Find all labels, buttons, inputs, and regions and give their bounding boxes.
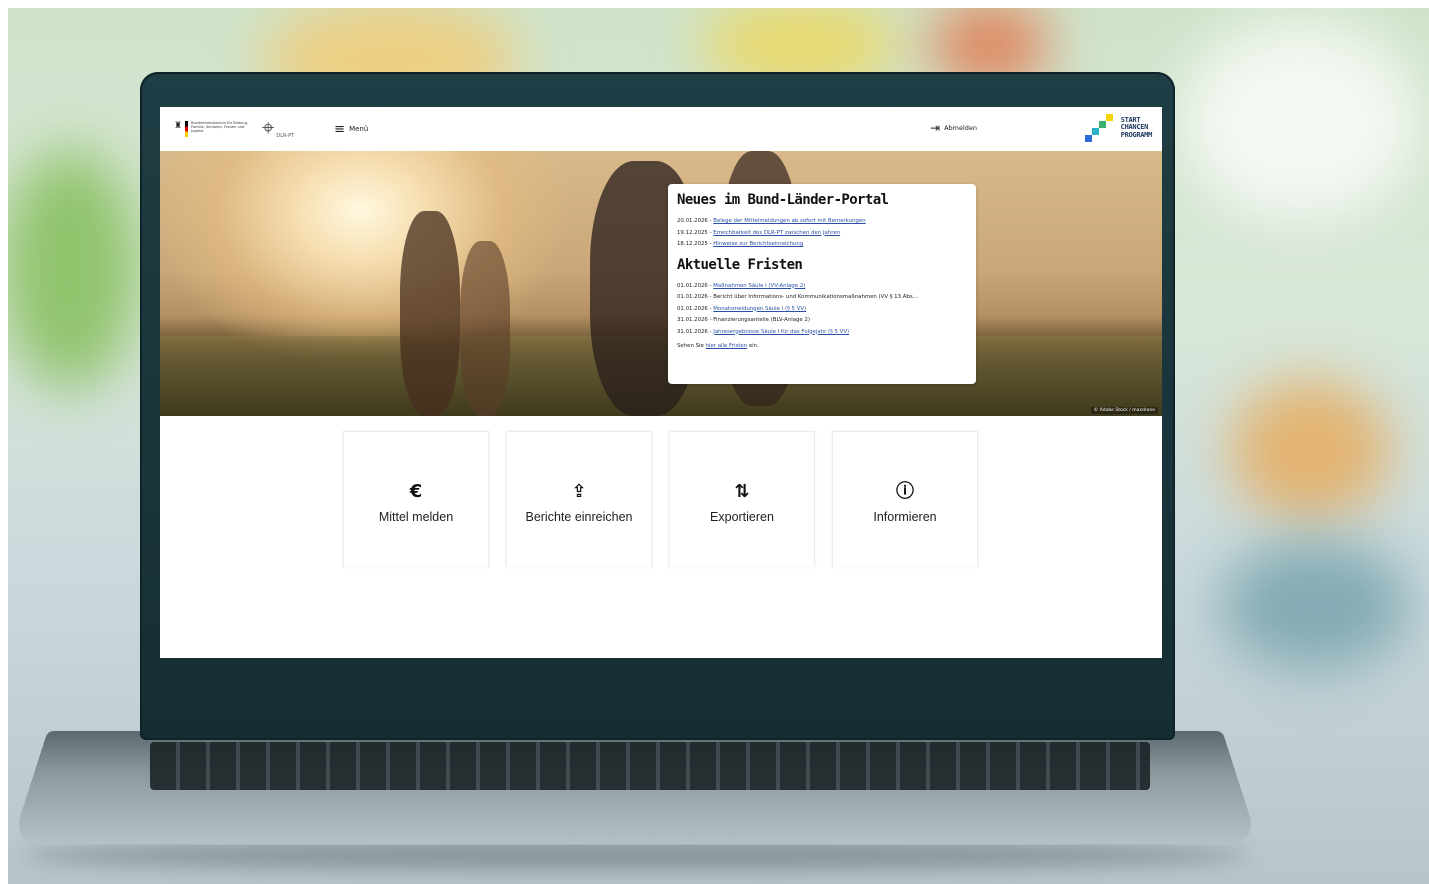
background-bokeh (1180, 20, 1420, 220)
hero-figure-girl (460, 241, 510, 416)
news-link[interactable]: Hinweise zur Berichtseinreichung (713, 241, 803, 247)
swap-vertical-icon: ⇅ (734, 481, 750, 502)
ministry-logo-text: Bundesministerium für Bildung, Familie, … (191, 121, 249, 133)
background-bokeh (0, 150, 140, 390)
menu-label: Menü (349, 125, 369, 133)
logout-icon: ⇥ (930, 121, 941, 135)
laptop-shadow (20, 840, 1250, 870)
program-logo-text: START CHANCEN PROGRAMM (1120, 115, 1153, 139)
info-icon: ⓘ (896, 481, 914, 502)
upload-icon: ⇪ (571, 481, 587, 502)
deadline-link[interactable]: Maßnahmen Säule I (VV-Anlage 2) (713, 283, 805, 289)
logout-label: Abmelden (944, 124, 978, 132)
german-flag-icon (185, 121, 189, 137)
menu-button[interactable]: ≡ Menü (334, 122, 368, 137)
news-link[interactable]: Belege der Mittelmeldungen ab sofort mit… (713, 218, 865, 224)
ministry-logo[interactable]: ♜ Bundesministerium für Bildung, Familie… (174, 121, 254, 137)
deadline-text: Finanzierungsanteile (BLV-Anlage 2) (713, 317, 810, 323)
tile-label: Informieren (873, 510, 937, 524)
hero-banner: Neues im Bund-Länder-Portal 20.01.2026 -… (160, 151, 1162, 416)
federal-eagle-icon: ♜ (174, 121, 183, 131)
news-item: 19.12.2025 - Erreichbarkeit des DLR-PT z… (677, 229, 841, 236)
tile-berichte-einreichen[interactable]: ⇪ Berichte einreichen (506, 431, 652, 567)
news-panel: Neues im Bund-Länder-Portal 20.01.2026 -… (668, 184, 976, 384)
tile-label: Exportieren (710, 510, 774, 524)
hero-figure-child (400, 211, 460, 416)
deadlines-title: Aktuelle Fristen (677, 256, 803, 273)
deadline-item: 01.01.2026 - Bericht über Informations- … (677, 294, 918, 300)
see-all-deadlines: Sehen Sie hier alle Fristen ein. (677, 343, 759, 349)
hamburger-icon: ≡ (334, 121, 346, 137)
deadline-item: 31.01.2026 - Finanzierungsanteile (BLV-A… (677, 317, 810, 323)
laptop-keyboard (150, 742, 1150, 790)
logout-button[interactable]: ⇥ Abmelden (930, 121, 977, 135)
dlr-logo[interactable]: ⌖ DLR-PT (262, 116, 295, 141)
deadline-text: Bericht über Informations- und Kommunika… (713, 294, 918, 300)
euro-icon: € (409, 481, 423, 502)
program-logo[interactable]: START CHANCEN PROGRAMM (1084, 114, 1153, 142)
see-all-deadlines-link[interactable]: hier alle Fristen (706, 343, 748, 349)
action-tiles: € Mittel melden ⇪ Berichte einreichen ⇅ … (343, 431, 978, 567)
deadline-item: 01.01.2026 - Monatsmeldungen Säule I (§ … (677, 305, 807, 312)
deadline-item: 01.01.2026 - Maßnahmen Säule I (VV-Anlag… (677, 282, 806, 289)
news-item: 18.12.2025 - Hinweise zur Berichtseinrei… (677, 241, 804, 247)
tile-label: Berichte einreichen (525, 510, 633, 524)
background-bokeh (1230, 380, 1390, 520)
deadline-link[interactable]: Monatsmeldungen Säule I (§ 5 VV) (713, 306, 806, 312)
news-title: Neues im Bund-Länder-Portal (677, 192, 889, 208)
laptop-screen: ♜ Bundesministerium für Bildung, Familie… (160, 107, 1162, 658)
tile-label: Mittel melden (378, 510, 454, 524)
news-link[interactable]: Erreichbarkeit des DLR-PT zwischen den J… (713, 230, 840, 236)
dlr-logo-label: DLR-PT (276, 133, 295, 139)
deadline-link[interactable]: Jahresergebnisse Säule I für das Folgeja… (713, 329, 849, 335)
background-bokeh (1220, 540, 1410, 670)
deadline-item: 31.01.2026 - Jahresergebnisse Säule I fü… (677, 328, 850, 335)
news-item: 20.01.2026 - Belege der Mittelmeldungen … (677, 218, 866, 224)
program-logo-mark-icon (1084, 114, 1115, 142)
top-bar: ♜ Bundesministerium für Bildung, Familie… (160, 107, 1162, 151)
image-copyright: © Adobe Stock / maxdrone (1090, 407, 1158, 414)
tile-informieren[interactable]: ⓘ Informieren (832, 431, 978, 567)
tile-exportieren[interactable]: ⇅ Exportieren (669, 431, 815, 567)
dlr-mark-icon: ⌖ (262, 116, 275, 141)
tile-mittel-melden[interactable]: € Mittel melden (343, 431, 489, 567)
